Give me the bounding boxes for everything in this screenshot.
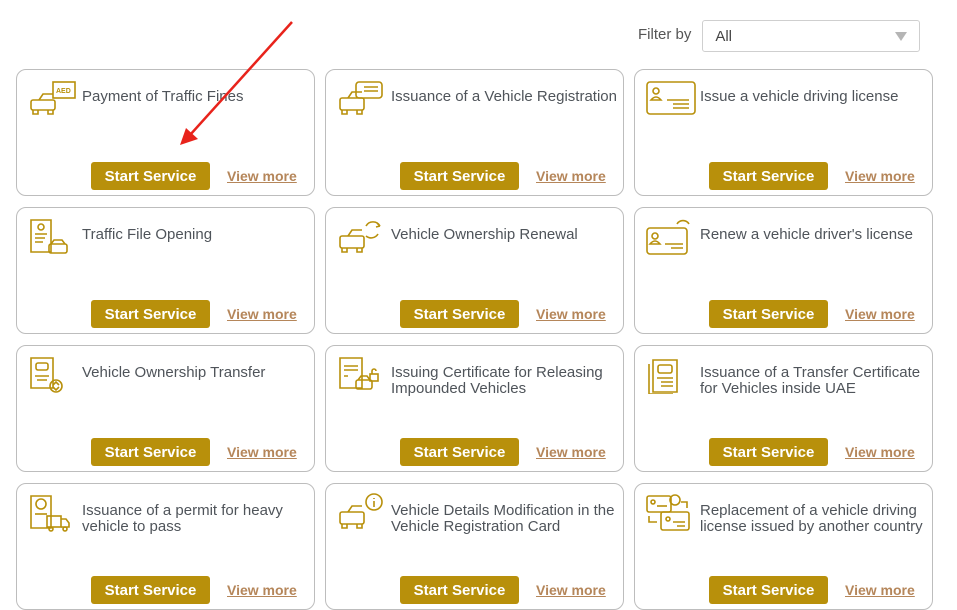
service-title: Replacement of a vehicle driving license… xyxy=(700,502,923,535)
start-service-button[interactable]: Start Service xyxy=(91,438,210,466)
view-more-link[interactable]: View more xyxy=(845,306,915,322)
license-card-icon xyxy=(646,81,696,115)
service-title: Vehicle Ownership Renewal xyxy=(391,226,578,243)
service-card: Vehicle Ownership Transfer Start Service… xyxy=(16,345,315,472)
service-card: Issuance of a Vehicle Registration Start… xyxy=(325,69,624,196)
service-title: Traffic File Opening xyxy=(82,226,213,243)
license-exchange-icon xyxy=(646,494,690,531)
permit-truck-icon xyxy=(30,495,70,532)
document-transfer-icon xyxy=(30,357,63,393)
certificate-car-icon xyxy=(648,359,678,394)
document-car-icon xyxy=(30,219,68,254)
start-service-button[interactable]: Start Service xyxy=(400,438,519,466)
car-fine-aed-icon: AED xyxy=(30,81,76,115)
car-info-icon xyxy=(339,493,383,529)
service-title: Issuing Certificate for Releasing Impoun… xyxy=(391,364,603,397)
service-title: Issuance of a permit for heavy vehicle t… xyxy=(82,502,283,535)
services-grid: AED Payment of Traffic Fines Start Servi… xyxy=(16,69,933,610)
start-service-button[interactable]: Start Service xyxy=(709,576,828,604)
view-more-link[interactable]: View more xyxy=(536,168,606,184)
filter-bar: Filter by All xyxy=(638,20,921,52)
view-more-link[interactable]: View more xyxy=(227,582,297,598)
chevron-down-icon xyxy=(895,31,908,41)
car-renew-icon xyxy=(339,221,381,253)
view-more-link[interactable]: View more xyxy=(227,306,297,322)
start-service-button[interactable]: Start Service xyxy=(400,300,519,328)
service-title: Issuance of a Vehicle Registration xyxy=(391,88,617,105)
service-card: Issuing Certificate for Releasing Impoun… xyxy=(325,345,624,472)
view-more-link[interactable]: View more xyxy=(536,306,606,322)
service-title: Issuance of a Transfer Certificate for V… xyxy=(700,364,921,397)
service-card: Vehicle Ownership Renewal Start Service … xyxy=(325,207,624,334)
start-service-button[interactable]: Start Service xyxy=(709,162,828,190)
view-more-link[interactable]: View more xyxy=(227,444,297,460)
service-card: Vehicle Details Modification in the Vehi… xyxy=(325,483,624,610)
service-title: Issue a vehicle driving license xyxy=(700,88,899,105)
view-more-link[interactable]: View more xyxy=(536,582,606,598)
start-service-button[interactable]: Start Service xyxy=(400,576,519,604)
service-title: Renew a vehicle driver's license xyxy=(700,226,913,243)
license-renew-icon xyxy=(646,219,690,255)
start-service-button[interactable]: Start Service xyxy=(709,300,828,328)
service-card: Issuance of a permit for heavy vehicle t… xyxy=(16,483,315,610)
start-service-button[interactable]: Start Service xyxy=(400,162,519,190)
filter-selected-value: All xyxy=(715,27,733,45)
start-service-button[interactable]: Start Service xyxy=(91,300,210,328)
service-card: Renew a vehicle driver's license Start S… xyxy=(634,207,933,334)
service-title: Vehicle Details Modification in the Vehi… xyxy=(391,502,615,535)
view-more-link[interactable]: View more xyxy=(845,444,915,460)
car-card-icon xyxy=(339,81,383,115)
service-card: Traffic File Opening Start Service View … xyxy=(16,207,315,334)
filter-select[interactable]: All xyxy=(702,20,921,52)
service-card: Issuance of a Transfer Certificate for V… xyxy=(634,345,933,472)
svg-text:AED: AED xyxy=(56,88,71,95)
start-service-button[interactable]: Start Service xyxy=(709,438,828,466)
service-title: Payment of Traffic Fines xyxy=(82,88,244,105)
view-more-link[interactable]: View more xyxy=(845,168,915,184)
view-more-link[interactable]: View more xyxy=(536,444,606,460)
view-more-link[interactable]: View more xyxy=(845,582,915,598)
service-card: Replacement of a vehicle driving license… xyxy=(634,483,933,610)
certificate-car-lock-icon xyxy=(339,357,379,390)
start-service-button[interactable]: Start Service xyxy=(91,576,210,604)
filter-label: Filter by xyxy=(638,25,692,43)
view-more-link[interactable]: View more xyxy=(227,168,297,184)
service-card: AED Payment of Traffic Fines Start Servi… xyxy=(16,69,315,196)
service-title: Vehicle Ownership Transfer xyxy=(82,364,266,381)
service-card: Issue a vehicle driving license Start Se… xyxy=(634,69,933,196)
start-service-button[interactable]: Start Service xyxy=(91,162,210,190)
